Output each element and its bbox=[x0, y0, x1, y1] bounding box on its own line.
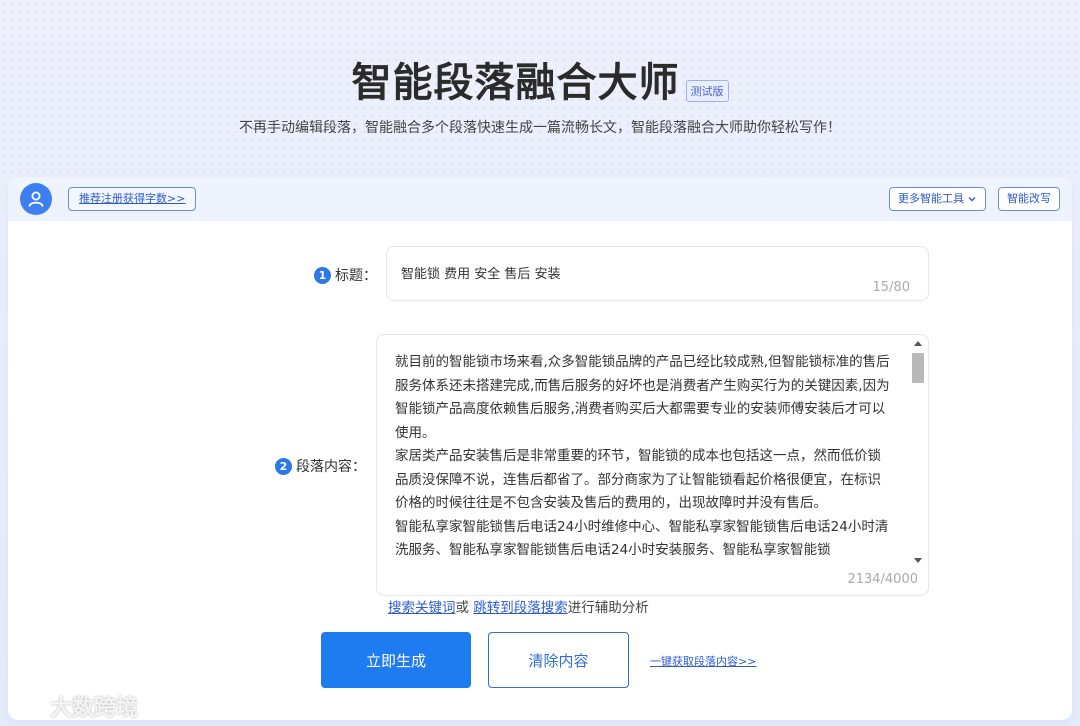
smart-rewrite-button[interactable]: 智能改写 bbox=[998, 187, 1060, 211]
page-subtitle: 不再手动编辑段落，智能融合多个段落快速生成一篇流畅长文，智能段落融合大师助你轻松… bbox=[239, 120, 841, 136]
paragraph-search-link[interactable]: 跳转到段落搜索 bbox=[473, 600, 568, 616]
beta-badge: 测试版 bbox=[685, 80, 729, 102]
content-scrollbar[interactable] bbox=[912, 341, 924, 563]
helper-text: 搜索关键词或 跳转到段落搜索进行辅助分析 bbox=[388, 596, 649, 616]
content-paragraph: 智能私享家智能锁售后电话24小时维修中心、智能私享家智能锁售后电话24小时清洗服… bbox=[395, 518, 889, 559]
content-paragraph: 家居类产品安装售后是非常重要的环节，智能锁的成本也包括这一点，然而低价锁品质没保… bbox=[395, 448, 881, 511]
content-label: 段落内容： bbox=[296, 459, 366, 475]
more-tools-dropdown[interactable]: 更多智能工具 bbox=[889, 187, 986, 211]
user-avatar-icon[interactable] bbox=[20, 183, 52, 215]
more-tools-label: 更多智能工具 bbox=[898, 192, 964, 205]
title-label-row: 1 标题： bbox=[314, 265, 377, 285]
content-label-row: 2 段落内容： bbox=[275, 456, 366, 476]
helper-suffix: 进行辅助分析 bbox=[567, 600, 649, 616]
user-icon bbox=[28, 191, 44, 207]
helper-middle: 或 bbox=[455, 600, 474, 616]
title-input[interactable]: 智能锁 费用 安全 售后 安装 15/80 bbox=[386, 246, 929, 301]
watermark-logo-icon bbox=[12, 697, 45, 715]
title-char-count: 15/80 bbox=[872, 280, 910, 295]
page-title: 智能段落融合大师 bbox=[351, 60, 680, 106]
content-char-count: 2134/4000 bbox=[847, 572, 918, 587]
watermark: 大数跨境 bbox=[10, 690, 138, 722]
hero: 智能段落融合大师 测试版 bbox=[0, 50, 1080, 108]
content-paragraph: 就目前的智能锁市场来看,众多智能锁品牌的产品已经比较成熟,但智能锁标准的售后服务… bbox=[395, 354, 890, 441]
register-promo-link[interactable]: 推荐注册获得字数>> bbox=[68, 187, 197, 211]
title-input-value: 智能锁 费用 安全 售后 安装 bbox=[401, 267, 561, 282]
scroll-thumb[interactable] bbox=[912, 353, 924, 383]
step-2-badge: 2 bbox=[275, 457, 292, 475]
content-textarea[interactable]: 就目前的智能锁市场来看,众多智能锁品牌的产品已经比较成熟,但智能锁标准的售后服务… bbox=[376, 334, 929, 596]
clear-content-button[interactable]: 清除内容 bbox=[488, 632, 629, 688]
watermark-text: 大数跨境 bbox=[50, 696, 139, 721]
scroll-down-arrow-icon[interactable] bbox=[914, 558, 922, 563]
card-toolbar: 推荐注册获得字数>> 更多智能工具 智能改写 bbox=[8, 177, 1072, 221]
title-label: 标题： bbox=[335, 268, 377, 284]
step-1-badge: 1 bbox=[314, 266, 331, 284]
content-text: 就目前的智能锁市场来看,众多智能锁品牌的产品已经比较成熟,但智能锁标准的售后服务… bbox=[395, 351, 893, 563]
generate-button[interactable]: 立即生成 bbox=[321, 632, 471, 688]
title-row: 智能段落融合大师 测试版 bbox=[352, 50, 729, 108]
fetch-paragraph-link[interactable]: 一键获取段落内容>> bbox=[650, 653, 756, 669]
main-card: 推荐注册获得字数>> 更多智能工具 智能改写 1 标题： 智能锁 费用 安全 售… bbox=[8, 177, 1072, 720]
search-keyword-link[interactable]: 搜索关键词 bbox=[388, 600, 456, 616]
chevron-down-icon bbox=[968, 197, 976, 202]
scroll-up-arrow-icon[interactable] bbox=[914, 341, 922, 346]
